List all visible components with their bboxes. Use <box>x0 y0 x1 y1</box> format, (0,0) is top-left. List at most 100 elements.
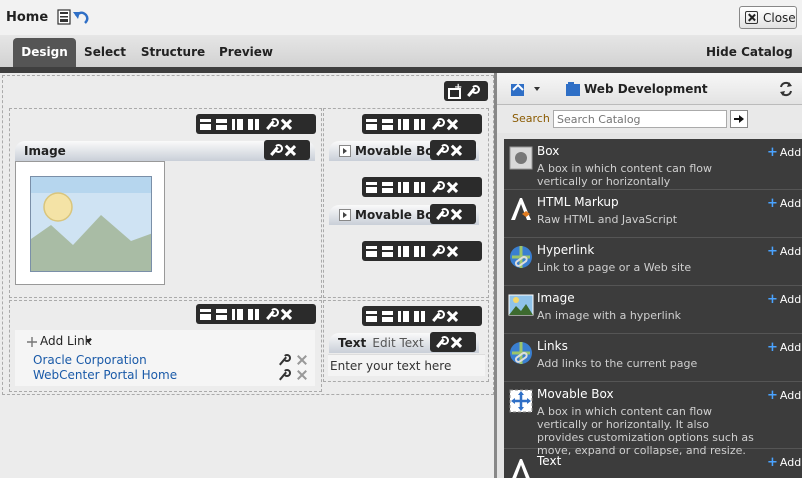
add-hyperlink-button[interactable]: Add <box>767 244 801 259</box>
delete-icon[interactable] <box>296 354 308 366</box>
text-icon <box>512 459 530 478</box>
delete-icon[interactable] <box>447 119 458 130</box>
wrench-icon[interactable] <box>430 118 445 130</box>
catalog-item-movable-box[interactable]: Movable Box A box in which content can f… <box>504 382 802 457</box>
wrench-icon[interactable] <box>430 245 445 257</box>
expand-icon[interactable] <box>339 209 351 221</box>
layout-rows-icon[interactable] <box>366 181 377 193</box>
tab-design[interactable]: Design <box>13 38 76 67</box>
layout-halves-icon[interactable] <box>414 245 425 257</box>
movable-box-title: Movable Box <box>355 208 442 222</box>
delete-icon[interactable] <box>451 209 462 220</box>
wrench-icon[interactable] <box>430 181 445 193</box>
movable-box-icon <box>509 389 533 413</box>
catalog-item-hyperlink[interactable]: Hyperlink Link to a page or a Web site A… <box>504 238 802 286</box>
refresh-icon[interactable] <box>778 81 794 97</box>
layout-split-icon[interactable] <box>382 310 393 322</box>
wrench-icon[interactable] <box>277 369 291 381</box>
layout-split-icon[interactable] <box>382 245 393 257</box>
page-toolbar <box>444 81 488 101</box>
link-webcenter-portal-home[interactable]: WebCenter Portal Home <box>33 368 177 382</box>
delete-icon[interactable] <box>451 145 462 156</box>
delete-icon[interactable] <box>451 337 462 348</box>
chevron-down-icon[interactable] <box>534 87 540 91</box>
image-toolbar <box>264 140 310 160</box>
link-oracle-corporation[interactable]: Oracle Corporation <box>33 353 147 367</box>
wrench-icon[interactable] <box>264 308 279 320</box>
links-icon <box>510 342 532 364</box>
hide-catalog-link[interactable]: Hide Catalog <box>706 38 793 67</box>
add-movable-box-button[interactable]: Add <box>767 388 801 403</box>
layout-halves-icon[interactable] <box>414 181 425 193</box>
tab-select[interactable]: Select <box>78 38 132 67</box>
tab-structure[interactable]: Structure <box>136 38 210 67</box>
catalog-item-links[interactable]: Links Add links to the current page Add <box>504 334 802 382</box>
box-toolbar <box>196 304 316 324</box>
layout-halves-icon[interactable] <box>248 118 259 130</box>
layout-columns-icon[interactable] <box>398 118 409 130</box>
add-content-icon[interactable] <box>448 82 462 99</box>
wrench-icon[interactable] <box>434 208 449 220</box>
page-properties-icon[interactable] <box>57 9 71 25</box>
search-go-button[interactable] <box>730 110 748 128</box>
layout-rows-icon[interactable] <box>366 310 377 322</box>
layout-columns-icon[interactable] <box>398 310 409 322</box>
delete-icon[interactable] <box>447 182 458 193</box>
undo-icon[interactable] <box>72 9 90 25</box>
layout-split-icon[interactable] <box>382 118 393 130</box>
wrench-icon[interactable] <box>434 144 449 156</box>
delete-icon[interactable] <box>281 119 292 130</box>
delete-icon[interactable] <box>447 246 458 257</box>
chevron-down-icon[interactable] <box>86 339 92 343</box>
layout-columns-icon[interactable] <box>398 181 409 193</box>
add-image-button[interactable]: Add <box>767 292 801 307</box>
delete-icon[interactable] <box>296 369 308 381</box>
add-html-markup-button[interactable]: Add <box>767 196 801 211</box>
wrench-icon[interactable] <box>264 118 279 130</box>
wrench-icon[interactable] <box>268 144 283 156</box>
add-link-icon[interactable] <box>26 336 38 348</box>
catalog-item-text[interactable]: Text Add <box>504 449 802 478</box>
delete-icon[interactable] <box>281 309 292 320</box>
add-links-button[interactable]: Add <box>767 340 801 355</box>
box-toolbar <box>362 241 482 261</box>
catalog-home-icon[interactable] <box>510 81 526 97</box>
catalog-item-image[interactable]: Image An image with a hyperlink Add <box>504 286 802 334</box>
catalog-item-html-markup[interactable]: HTML Markup Raw HTML and JavaScript Add <box>504 190 802 238</box>
page-title: Home <box>6 10 49 25</box>
tab-preview[interactable]: Preview <box>214 38 278 67</box>
folder-icon <box>566 82 580 96</box>
title-bar: Home Close <box>0 0 802 35</box>
resource-catalog: Web Development Search Box A box in whic… <box>494 73 802 478</box>
search-catalog-input[interactable] <box>553 110 727 128</box>
layout-rows-icon[interactable] <box>366 245 377 257</box>
layout-halves-icon[interactable] <box>414 310 425 322</box>
catalog-item-box[interactable]: Box A box in which content can flow vert… <box>504 139 802 190</box>
layout-columns-icon[interactable] <box>232 308 243 320</box>
add-text-button[interactable]: Add <box>767 455 801 470</box>
close-button[interactable]: Close <box>739 6 797 29</box>
image-placeholder[interactable] <box>15 161 165 285</box>
wrench-icon[interactable] <box>277 354 291 366</box>
layout-halves-icon[interactable] <box>414 118 425 130</box>
add-box-button[interactable]: Add <box>767 145 801 160</box>
wrench-icon[interactable] <box>430 310 445 322</box>
catalog-breadcrumb[interactable]: Web Development <box>584 82 708 96</box>
add-link-menu[interactable]: Add Link <box>40 334 92 348</box>
delete-icon[interactable] <box>447 311 458 322</box>
layout-split-icon[interactable] <box>216 118 227 130</box>
layout-columns-icon[interactable] <box>232 118 243 130</box>
delete-icon[interactable] <box>285 145 296 156</box>
edit-text-link[interactable]: Edit Text <box>372 336 423 350</box>
expand-icon[interactable] <box>339 145 351 157</box>
layout-split-icon[interactable] <box>216 308 227 320</box>
layout-rows-icon[interactable] <box>200 118 211 130</box>
layout-rows-icon[interactable] <box>200 308 211 320</box>
wrench-icon[interactable] <box>465 85 480 97</box>
layout-split-icon[interactable] <box>382 181 393 193</box>
layout-columns-icon[interactable] <box>398 245 409 257</box>
layout-halves-icon[interactable] <box>248 308 259 320</box>
wrench-icon[interactable] <box>434 336 449 348</box>
layout-rows-icon[interactable] <box>366 118 377 130</box>
text-content[interactable]: Enter your text here <box>328 354 485 376</box>
